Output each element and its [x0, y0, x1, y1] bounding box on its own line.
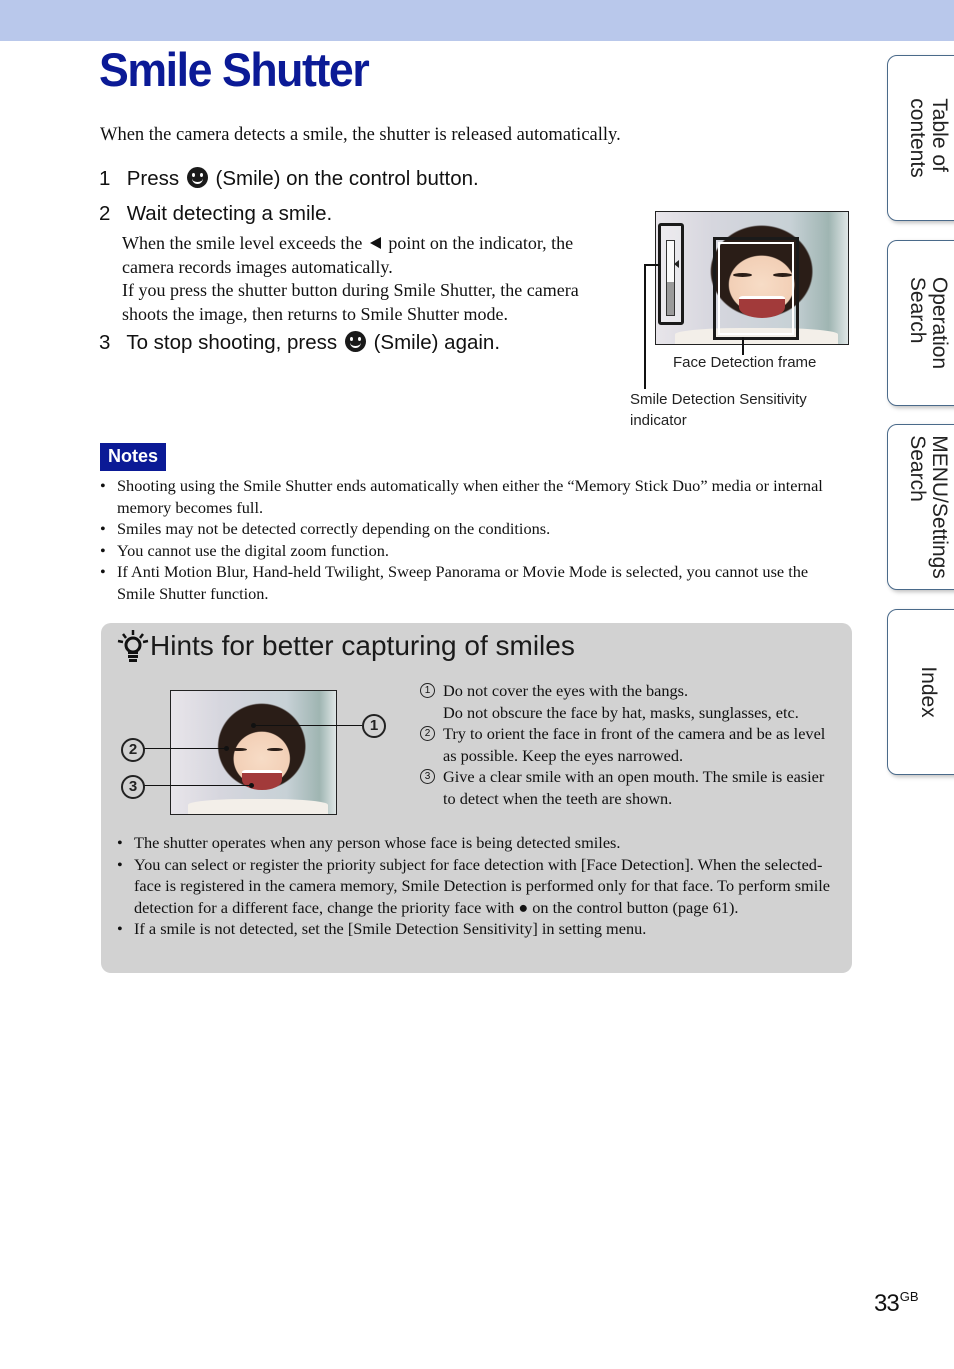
lightbulb-hint-icon [117, 630, 149, 662]
callout-1: 1 [362, 714, 386, 738]
hint-bullet: You can select or register the priority … [117, 854, 832, 919]
triangle-pointer-icon [369, 237, 381, 249]
hint-tip-2: 2 Try to orient the face in front of the… [420, 723, 840, 766]
hint-tip-3: 3 Give a clear smile with an open mouth.… [420, 766, 840, 809]
photo-eye [266, 747, 284, 752]
step-2-body: When the smile level exceeds the point o… [122, 232, 622, 326]
hint-tip-line: Try to orient the face in front of the c… [443, 724, 826, 765]
hints-title: Hints for better capturing of smiles [150, 630, 575, 661]
note-item: Shooting using the Smile Shutter ends au… [100, 475, 845, 518]
smile-icon [344, 331, 366, 352]
leader-line [644, 264, 646, 389]
smile-detection-sensitivity-indicator [658, 223, 684, 325]
step-number: 2 [99, 202, 111, 225]
notes-list: Shooting using the Smile Shutter ends au… [100, 475, 845, 604]
tab-label: Operation Search [906, 276, 951, 370]
page-number-value: 33 [874, 1290, 900, 1317]
tab-index[interactable]: Index [887, 609, 954, 775]
step-text-after: (Smile) on the control button. [215, 167, 479, 190]
indicator-caption: Smile Detection Sensitivity indicator [630, 389, 807, 431]
callout-line [254, 725, 362, 726]
callout-3: 3 [121, 775, 145, 799]
step-number: 3 [99, 331, 111, 354]
indicator-level-fill [667, 281, 674, 315]
step-2-paragraph-2: If you press the shutter button during S… [122, 280, 579, 324]
note-item: Smiles may not be detected correctly dep… [100, 518, 845, 540]
step-2-paragraph-1: When the smile level exceeds the point o… [122, 232, 622, 279]
photo-eye [230, 747, 247, 752]
hint-face-image [170, 690, 337, 815]
notes-badge: Notes [100, 443, 166, 471]
step-3: 3 To stop shooting, press (Smile) again. [99, 331, 500, 355]
circled-number: 3 [420, 769, 435, 784]
step-text: Wait detecting a smile. [126, 202, 333, 225]
hint-tips-list: 1 Do not cover the eyes with the bangs. … [420, 680, 840, 809]
hint-bullet: If a smile is not detected, set the [Smi… [117, 918, 832, 940]
step-1: 1 Press (Smile) on the control button. [99, 167, 479, 191]
indicator-bar [666, 240, 675, 316]
circled-number: 1 [420, 683, 435, 698]
callout-line [144, 785, 251, 786]
step-text-after: (Smile) again. [373, 331, 501, 354]
caption-line: indicator [630, 412, 687, 429]
tab-label: Table of contents [906, 98, 951, 178]
note-item: You cannot use the digital zoom function… [100, 540, 845, 562]
step-text-before: Press [126, 167, 180, 190]
page-number: 33GB [874, 1289, 919, 1318]
tab-table-of-contents[interactable]: Table of contents [887, 55, 954, 221]
tab-operation-search[interactable]: Operation Search [887, 240, 954, 406]
tab-menu-settings-search[interactable]: MENU/Settings Search [887, 424, 954, 590]
tab-label: MENU/Settings Search [906, 435, 951, 579]
caption-line: Smile Detection Sensitivity [630, 391, 807, 408]
hint-tip-line: Do not obscure the face by hat, masks, s… [443, 702, 799, 722]
hint-tip-line: Give a clear smile with an open mouth. T… [443, 767, 825, 808]
paragraph-text: When the smile level exceeds the [122, 233, 363, 253]
callout-2: 2 [121, 738, 145, 762]
hint-bullet: The shutter operates when any person who… [117, 832, 832, 854]
circled-number: 2 [420, 726, 435, 741]
hint-tip-line: Do not cover the eyes with the bangs. [443, 681, 689, 700]
smile-icon [186, 167, 208, 188]
face-detection-frame [713, 237, 799, 340]
photo-mouth [241, 769, 282, 790]
hints-bullets: The shutter operates when any person who… [117, 832, 832, 940]
callout-line [144, 748, 226, 749]
page-title: Smile Shutter [99, 43, 370, 96]
note-item: If Anti Motion Blur, Hand-held Twilight,… [100, 561, 845, 604]
tab-label: Index [917, 666, 940, 718]
indicator-threshold-marker-icon [674, 260, 679, 268]
page-number-suffix: GB [899, 1289, 919, 1304]
leader-line [644, 264, 660, 266]
intro-text: When the camera detects a smile, the shu… [100, 125, 621, 145]
step-2: 2 Wait detecting a smile. [99, 202, 332, 226]
step-number: 1 [99, 167, 111, 190]
photo-shirt [187, 799, 328, 814]
face-detection-frame-caption: Face Detection frame [673, 354, 817, 371]
step-text-before: To stop shooting, press [126, 331, 338, 354]
header-bar [0, 0, 954, 41]
hint-tip-1: 1 Do not cover the eyes with the bangs. … [420, 680, 840, 723]
